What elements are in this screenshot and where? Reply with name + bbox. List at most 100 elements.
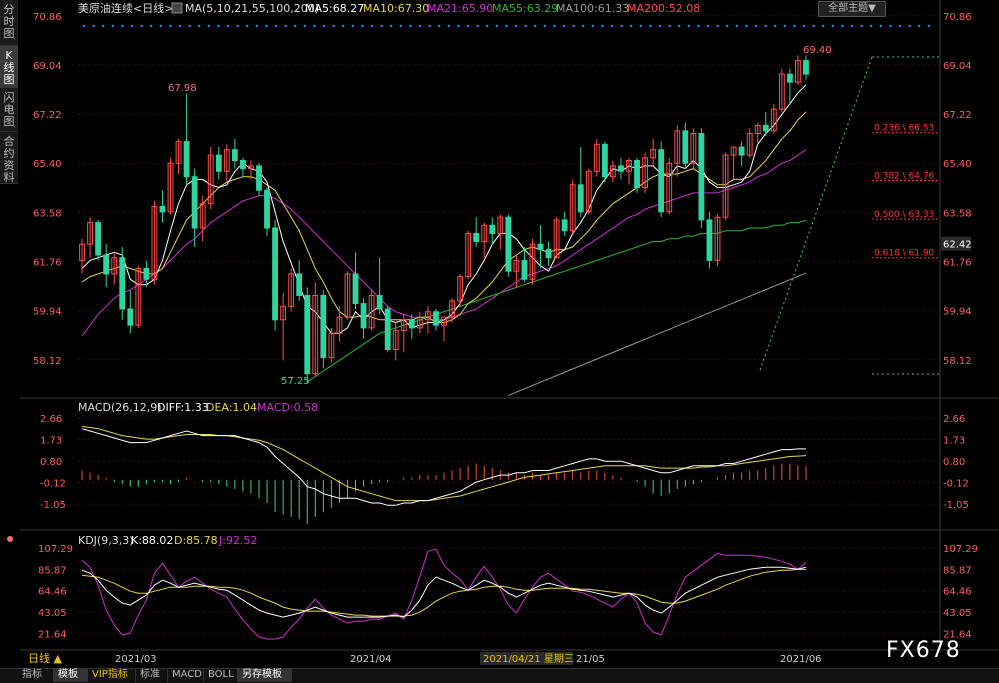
top-dot-marker xyxy=(908,24,911,28)
kdj-tick-left: 64.46 xyxy=(38,587,67,598)
candle-body xyxy=(95,222,102,256)
top-dot-marker xyxy=(322,24,326,28)
candle-body xyxy=(360,303,367,329)
candle xyxy=(601,141,608,183)
top-dot-marker xyxy=(447,24,450,28)
candle-body xyxy=(304,295,311,375)
kdj-j: J:92.52 xyxy=(218,534,257,547)
top-dot-marker xyxy=(130,24,134,28)
candle xyxy=(296,260,303,301)
candle-body xyxy=(296,273,303,296)
candle xyxy=(352,252,359,309)
candle xyxy=(577,147,584,218)
candle xyxy=(521,246,528,282)
tab-template[interactable]: 模板 xyxy=(54,668,88,682)
candle xyxy=(618,157,624,180)
candle xyxy=(344,271,351,320)
tab-standard[interactable]: 标准 xyxy=(136,668,168,682)
period-selector[interactable]: 日线 ▲ xyxy=(28,651,62,665)
candle-body xyxy=(264,189,270,229)
tab-save-template[interactable]: 另存模板 xyxy=(238,668,292,682)
candle-body xyxy=(127,308,134,326)
candle xyxy=(256,163,262,196)
kline-chart[interactable]: 美原油连续<日线> MA(5,10,21,55,100,200) MA5:68.… xyxy=(0,0,999,668)
price-tick-left: 70.86 xyxy=(33,12,62,23)
candle xyxy=(481,222,488,258)
top-dot-marker xyxy=(284,24,287,28)
price-tick-left: 63.58 xyxy=(33,208,62,219)
top-dot-marker xyxy=(140,24,143,28)
top-dot-marker xyxy=(207,24,210,28)
tab-vip-indicator[interactable]: VIP指标 xyxy=(88,668,136,682)
top-dot-marker xyxy=(457,24,460,28)
macd-tick-right: 2.66 xyxy=(943,414,965,425)
candle xyxy=(698,128,705,228)
kdj-tick-left: 21.64 xyxy=(38,629,67,640)
top-dot-marker xyxy=(553,24,556,28)
top-dot-marker xyxy=(639,24,642,28)
theme-dropdown[interactable]: 全部主题▼ xyxy=(818,1,886,17)
candle xyxy=(360,298,367,339)
macd-tick-right: -1.05 xyxy=(943,500,969,511)
top-dot-marker xyxy=(697,24,700,28)
candle-body xyxy=(618,165,624,172)
top-dot-marker xyxy=(495,24,498,28)
candle xyxy=(159,190,166,223)
candle xyxy=(497,214,504,250)
top-dot-marker xyxy=(505,24,508,28)
fib-level-label: 0.382 \ 64.76 xyxy=(874,171,935,181)
ma55-value: MA55:63.29 xyxy=(492,2,558,15)
top-dot-marker xyxy=(601,24,604,28)
price-tick-right: 59.94 xyxy=(943,307,972,318)
candle-body xyxy=(738,146,745,156)
ma10-line xyxy=(81,111,807,323)
candle xyxy=(762,111,769,137)
candle xyxy=(658,141,665,218)
ma200-value: MA200:52.08 xyxy=(627,2,700,15)
candle xyxy=(288,268,295,312)
price-tick-left: 67.22 xyxy=(33,110,62,121)
candle xyxy=(304,287,311,384)
ma21-line xyxy=(81,149,807,337)
candle xyxy=(746,128,753,158)
candle xyxy=(175,138,182,174)
candle-body xyxy=(384,308,391,350)
top-dot-marker xyxy=(92,24,95,28)
macd-tick-right: 0.80 xyxy=(943,457,965,468)
top-dot-marker xyxy=(438,24,441,28)
kdj-marker-icon xyxy=(7,536,13,542)
top-dot-marker xyxy=(620,24,623,28)
time-label-jun: 2021/06 xyxy=(780,654,822,665)
top-dot-marker xyxy=(774,24,777,28)
top-dot-marker xyxy=(687,24,690,28)
price-tick-right: 69.04 xyxy=(943,61,972,72)
top-dot-marker xyxy=(668,24,671,28)
macd-title: MACD(26,12,9) xyxy=(78,401,162,414)
candle xyxy=(738,141,745,166)
top-dot-marker xyxy=(658,24,662,28)
candle xyxy=(545,241,552,266)
candle xyxy=(650,138,657,166)
time-label-cursor: 2021/04/21 星期三 xyxy=(483,653,574,665)
kdj-tick-left: 85.87 xyxy=(38,565,67,576)
price-tick-left: 61.76 xyxy=(33,257,62,268)
top-dot-marker xyxy=(802,24,806,28)
top-dot-marker xyxy=(591,24,594,28)
tab-macd[interactable]: MACD xyxy=(168,668,204,682)
candle xyxy=(127,290,134,334)
top-dot-marker xyxy=(332,24,335,28)
candle xyxy=(730,146,737,180)
kdj-k-line xyxy=(81,566,807,618)
tab-boll[interactable]: BOLL xyxy=(204,668,238,682)
kdj-tick-left: 107.29 xyxy=(38,544,73,555)
macd-dea: DEA:1.04 xyxy=(206,401,257,414)
candle-body xyxy=(191,176,198,229)
top-dot-marker xyxy=(236,24,239,28)
candle xyxy=(135,265,142,328)
tab-indicator[interactable]: 指标 xyxy=(18,668,54,682)
top-dot-marker xyxy=(361,24,364,28)
ma-settings-icon[interactable] xyxy=(171,2,183,14)
top-dot-marker xyxy=(735,24,738,28)
kdj-d: D:85.78 xyxy=(174,534,218,547)
candle xyxy=(473,217,480,247)
